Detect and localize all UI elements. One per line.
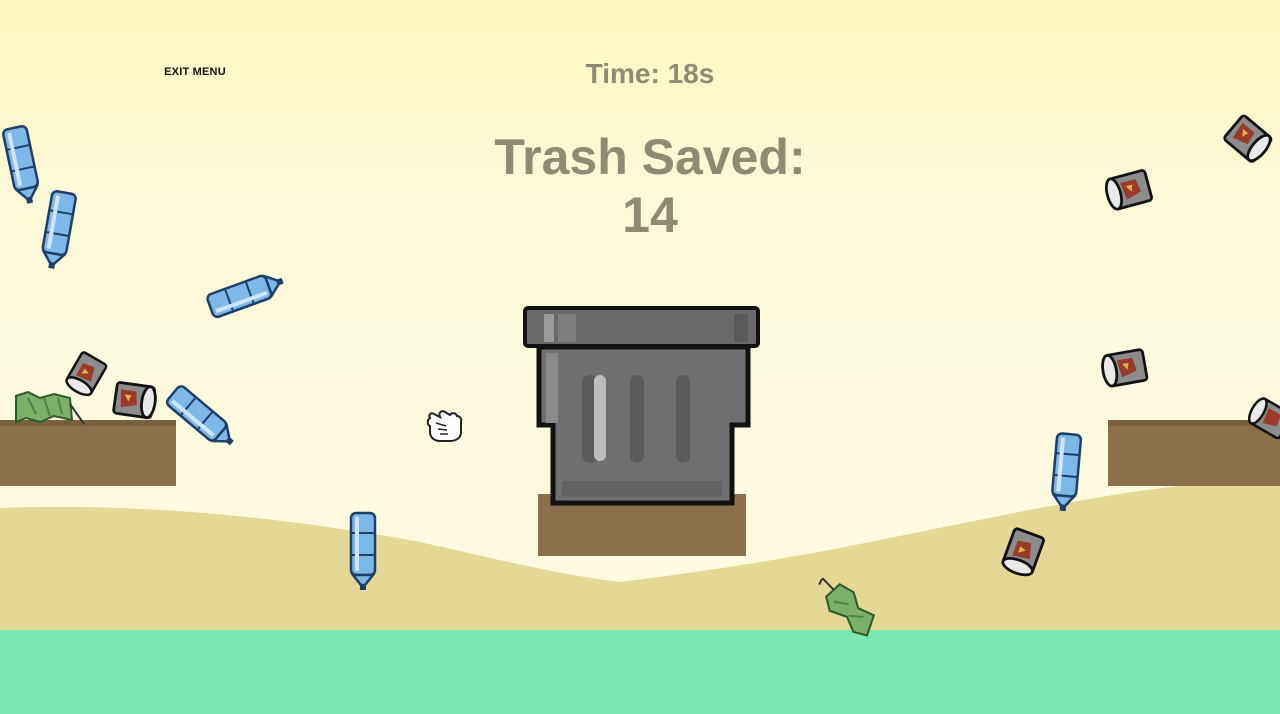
timer-text: Time: 18s bbox=[585, 58, 715, 89]
tin-can-icon[interactable] bbox=[1097, 344, 1153, 392]
score-label: Trash Saved: bbox=[494, 129, 806, 185]
score-value: 14 bbox=[622, 187, 678, 243]
tin-can-icon[interactable] bbox=[1100, 164, 1159, 216]
crushed-cup-icon[interactable] bbox=[14, 390, 86, 426]
plastic-bottle-icon[interactable] bbox=[204, 267, 289, 321]
game-scene[interactable]: EXIT MENU Time: 18s Trash Saved: 14 bbox=[0, 0, 1280, 714]
plastic-bottle-icon[interactable] bbox=[349, 511, 377, 591]
trash-bin-icon bbox=[523, 306, 760, 506]
left-platform bbox=[0, 420, 176, 486]
plastic-bottle-icon[interactable] bbox=[0, 123, 44, 207]
open-hand-cursor-icon bbox=[426, 410, 463, 442]
tin-can-icon[interactable] bbox=[1215, 107, 1279, 170]
tin-can-icon[interactable] bbox=[105, 377, 160, 424]
exit-menu-button[interactable]: EXIT MENU bbox=[150, 64, 240, 80]
sea bbox=[0, 630, 1280, 714]
